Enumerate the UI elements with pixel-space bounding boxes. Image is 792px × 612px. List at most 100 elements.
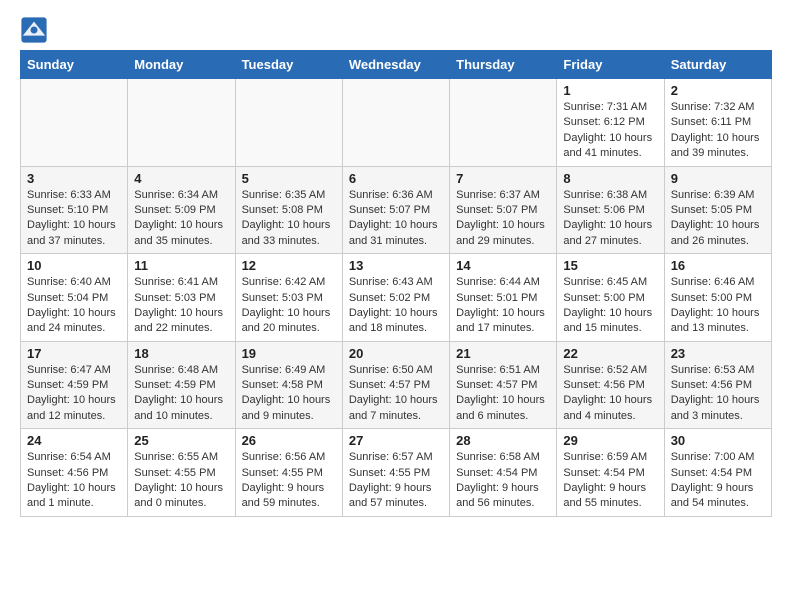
day-info: Sunrise: 6:48 AM Sunset: 4:59 PM Dayligh… — [134, 363, 228, 425]
day-number: 1 — [563, 83, 657, 98]
day-info: Sunrise: 6:33 AM Sunset: 5:10 PM Dayligh… — [27, 188, 121, 250]
calendar-week-2: 3 Sunrise: 6:33 AM Sunset: 5:10 PM Daylig… — [21, 166, 772, 254]
day-number: 21 — [456, 346, 550, 361]
calendar-cell — [128, 79, 235, 167]
day-number: 27 — [349, 433, 443, 448]
day-number: 3 — [27, 171, 121, 186]
calendar-week-3: 10Sunrise: 6:40 AM Sunset: 5:04 PM Dayli… — [21, 254, 772, 342]
day-number: 12 — [242, 258, 336, 273]
day-number: 13 — [349, 258, 443, 273]
weekday-header-wednesday: Wednesday — [342, 51, 449, 79]
day-number: 23 — [671, 346, 765, 361]
calendar-cell: 26 Sunrise: 6:56 AM Sunset: 4:55 PM Dayli… — [235, 429, 342, 517]
day-info: Sunrise: 6:37 AM Sunset: 5:07 PM Dayligh… — [456, 188, 550, 250]
calendar-cell: 9 Sunrise: 6:39 AM Sunset: 5:05 PM Daylig… — [664, 166, 771, 254]
calendar-cell: 11 Sunrise: 6:41 AM Sunset: 5:03 PM Dayli… — [128, 254, 235, 342]
weekday-header-monday: Monday — [128, 51, 235, 79]
weekday-header-thursday: Thursday — [450, 51, 557, 79]
calendar-week-1: 1 Sunrise: 7:31 AM Sunset: 6:12 PM Daylig… — [21, 79, 772, 167]
day-info: Sunrise: 6:42 AM Sunset: 5:03 PM Dayligh… — [242, 275, 336, 337]
day-info: Sunrise: 6:35 AM Sunset: 5:08 PM Dayligh… — [242, 188, 336, 250]
day-info: Sunrise: 6:43 AM Sunset: 5:02 PM Dayligh… — [349, 275, 443, 337]
day-info: Sunrise: 7:31 AM Sunset: 6:12 PM Dayligh… — [563, 100, 657, 162]
calendar-cell: 15 Sunrise: 6:45 AM Sunset: 5:00 PM Dayli… — [557, 254, 664, 342]
calendar-cell — [450, 79, 557, 167]
calendar-table: SundayMondayTuesdayWednesdayThursdayFrid… — [20, 50, 772, 517]
day-number: 7 — [456, 171, 550, 186]
day-number: 8 — [563, 171, 657, 186]
day-number: 17 — [27, 346, 121, 361]
weekday-header-sunday: Sunday — [21, 51, 128, 79]
day-info: Sunrise: 6:49 AM Sunset: 4:58 PM Dayligh… — [242, 363, 336, 425]
calendar-cell: 5 Sunrise: 6:35 AM Sunset: 5:08 PM Daylig… — [235, 166, 342, 254]
day-number: 5 — [242, 171, 336, 186]
day-info: Sunrise: 6:34 AM Sunset: 5:09 PM Dayligh… — [134, 188, 228, 250]
day-info: Sunrise: 6:57 AM Sunset: 4:55 PM Dayligh… — [349, 450, 443, 512]
weekday-header-saturday: Saturday — [664, 51, 771, 79]
day-number: 20 — [349, 346, 443, 361]
day-info: Sunrise: 6:54 AM Sunset: 4:56 PM Dayligh… — [27, 450, 121, 512]
calendar-cell: 28Sunrise: 6:58 AM Sunset: 4:54 PM Dayli… — [450, 429, 557, 517]
day-info: Sunrise: 6:53 AM Sunset: 4:56 PM Dayligh… — [671, 363, 765, 425]
calendar-cell: 7 Sunrise: 6:37 AM Sunset: 5:07 PM Daylig… — [450, 166, 557, 254]
calendar-cell: 25 Sunrise: 6:55 AM Sunset: 4:55 PM Dayli… — [128, 429, 235, 517]
day-number: 18 — [134, 346, 228, 361]
calendar-cell: 21 Sunrise: 6:51 AM Sunset: 4:57 PM Dayli… — [450, 341, 557, 429]
day-number: 25 — [134, 433, 228, 448]
logo — [20, 16, 52, 44]
day-number: 10 — [27, 258, 121, 273]
page-header — [20, 16, 772, 44]
day-number: 22 — [563, 346, 657, 361]
day-number: 29 — [563, 433, 657, 448]
day-number: 6 — [349, 171, 443, 186]
day-number: 24 — [27, 433, 121, 448]
calendar-cell: 2 Sunrise: 7:32 AM Sunset: 6:11 PM Daylig… — [664, 79, 771, 167]
day-info: Sunrise: 6:52 AM Sunset: 4:56 PM Dayligh… — [563, 363, 657, 425]
calendar-cell: 22 Sunrise: 6:52 AM Sunset: 4:56 PM Dayli… — [557, 341, 664, 429]
day-number: 30 — [671, 433, 765, 448]
day-info: Sunrise: 6:55 AM Sunset: 4:55 PM Dayligh… — [134, 450, 228, 512]
calendar-cell: 29 Sunrise: 6:59 AM Sunset: 4:54 PM Dayli… — [557, 429, 664, 517]
calendar-cell — [235, 79, 342, 167]
calendar-cell: 18 Sunrise: 6:48 AM Sunset: 4:59 PM Dayli… — [128, 341, 235, 429]
day-info: Sunrise: 6:59 AM Sunset: 4:54 PM Dayligh… — [563, 450, 657, 512]
day-info: Sunrise: 6:45 AM Sunset: 5:00 PM Dayligh… — [563, 275, 657, 337]
day-number: 11 — [134, 258, 228, 273]
calendar-week-4: 17Sunrise: 6:47 AM Sunset: 4:59 PM Dayli… — [21, 341, 772, 429]
day-number: 19 — [242, 346, 336, 361]
day-number: 2 — [671, 83, 765, 98]
day-info: Sunrise: 6:58 AM Sunset: 4:54 PM Dayligh… — [456, 450, 550, 512]
day-info: Sunrise: 7:32 AM Sunset: 6:11 PM Dayligh… — [671, 100, 765, 162]
day-info: Sunrise: 6:46 AM Sunset: 5:00 PM Dayligh… — [671, 275, 765, 337]
day-number: 9 — [671, 171, 765, 186]
day-info: Sunrise: 6:36 AM Sunset: 5:07 PM Dayligh… — [349, 188, 443, 250]
day-info: Sunrise: 6:38 AM Sunset: 5:06 PM Dayligh… — [563, 188, 657, 250]
weekday-header-friday: Friday — [557, 51, 664, 79]
calendar-cell: 1 Sunrise: 7:31 AM Sunset: 6:12 PM Daylig… — [557, 79, 664, 167]
calendar-cell: 17Sunrise: 6:47 AM Sunset: 4:59 PM Dayli… — [21, 341, 128, 429]
calendar-cell: 14 Sunrise: 6:44 AM Sunset: 5:01 PM Dayli… — [450, 254, 557, 342]
calendar-cell — [342, 79, 449, 167]
calendar-cell: 27 Sunrise: 6:57 AM Sunset: 4:55 PM Dayli… — [342, 429, 449, 517]
day-info: Sunrise: 6:39 AM Sunset: 5:05 PM Dayligh… — [671, 188, 765, 250]
day-info: Sunrise: 6:51 AM Sunset: 4:57 PM Dayligh… — [456, 363, 550, 425]
day-info: Sunrise: 6:41 AM Sunset: 5:03 PM Dayligh… — [134, 275, 228, 337]
calendar-cell: 8 Sunrise: 6:38 AM Sunset: 5:06 PM Daylig… — [557, 166, 664, 254]
calendar-cell: 6 Sunrise: 6:36 AM Sunset: 5:07 PM Daylig… — [342, 166, 449, 254]
calendar-cell: 10Sunrise: 6:40 AM Sunset: 5:04 PM Dayli… — [21, 254, 128, 342]
day-number: 14 — [456, 258, 550, 273]
day-number: 26 — [242, 433, 336, 448]
calendar-cell: 20 Sunrise: 6:50 AM Sunset: 4:57 PM Dayli… — [342, 341, 449, 429]
calendar-cell — [21, 79, 128, 167]
day-info: Sunrise: 6:56 AM Sunset: 4:55 PM Dayligh… — [242, 450, 336, 512]
calendar-cell: 19 Sunrise: 6:49 AM Sunset: 4:58 PM Dayli… — [235, 341, 342, 429]
day-info: Sunrise: 6:44 AM Sunset: 5:01 PM Dayligh… — [456, 275, 550, 337]
calendar-cell: 12 Sunrise: 6:42 AM Sunset: 5:03 PM Dayli… — [235, 254, 342, 342]
calendar-cell: 30Sunrise: 7:00 AM Sunset: 4:54 PM Dayli… — [664, 429, 771, 517]
calendar-cell: 4 Sunrise: 6:34 AM Sunset: 5:09 PM Daylig… — [128, 166, 235, 254]
calendar-week-5: 24 Sunrise: 6:54 AM Sunset: 4:56 PM Dayli… — [21, 429, 772, 517]
calendar-cell: 3 Sunrise: 6:33 AM Sunset: 5:10 PM Daylig… — [21, 166, 128, 254]
day-info: Sunrise: 6:50 AM Sunset: 4:57 PM Dayligh… — [349, 363, 443, 425]
day-number: 15 — [563, 258, 657, 273]
day-number: 4 — [134, 171, 228, 186]
